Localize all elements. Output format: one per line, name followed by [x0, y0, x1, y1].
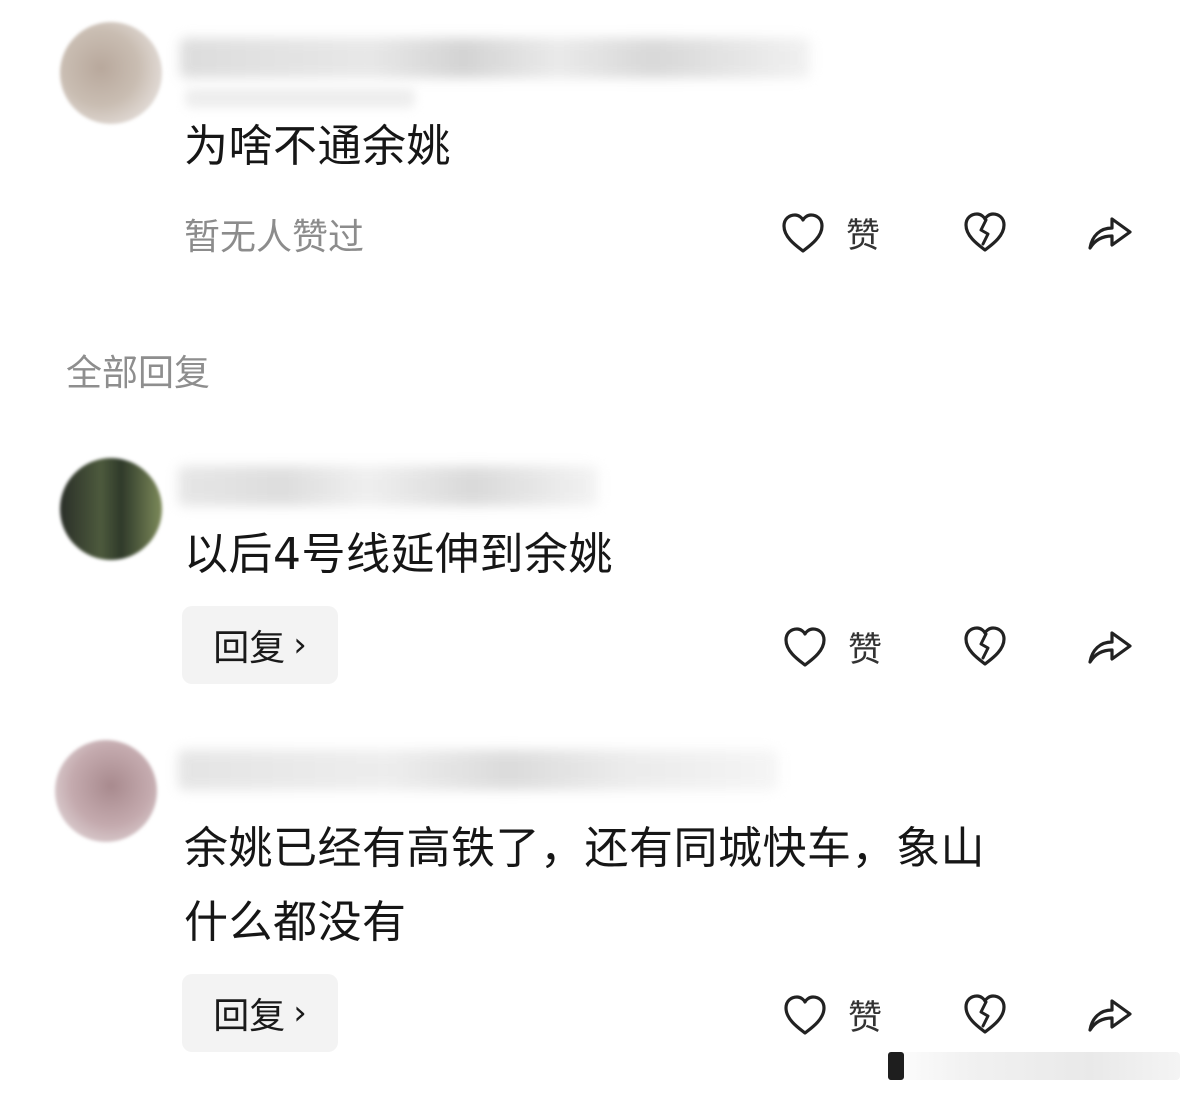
like-button[interactable]: 赞 — [782, 990, 882, 1039]
dislike-button[interactable] — [962, 624, 1008, 672]
broken-heart-icon — [962, 994, 1008, 1040]
heart-outline-icon — [782, 625, 828, 669]
share-arrow-icon — [1086, 217, 1134, 258]
chevron-right-icon: › — [293, 625, 307, 665]
like-label: 赞 — [846, 216, 880, 256]
heart-outline-icon — [782, 993, 828, 1037]
username-meta-blurred — [185, 88, 415, 108]
comment-text: 为啥不通余姚 — [184, 121, 451, 172]
like-label: 赞 — [848, 630, 882, 670]
broken-heart-icon — [962, 626, 1008, 672]
reply-text: 以后4号线延伸到余姚 — [184, 529, 613, 580]
username-blurred[interactable] — [178, 466, 598, 506]
heart-outline-icon — [780, 211, 826, 255]
like-button[interactable]: 赞 — [782, 622, 882, 671]
share-arrow-icon — [1086, 999, 1134, 1040]
avatar[interactable] — [55, 740, 157, 842]
scrollbar-thumb[interactable] — [888, 1052, 904, 1080]
broken-heart-icon — [962, 212, 1008, 258]
reply-button-label: 回复 — [213, 996, 286, 1037]
dislike-button[interactable] — [962, 992, 1008, 1040]
username-blurred[interactable] — [178, 750, 778, 790]
chevron-right-icon: › — [293, 993, 307, 1033]
reply-button[interactable]: 回复 › — [182, 606, 338, 684]
dislike-button[interactable] — [962, 210, 1008, 258]
reply-text: 余姚已经有高铁了，还有同城快车，象山 什么都没有 — [184, 823, 985, 948]
share-button[interactable] — [1086, 210, 1134, 258]
reply-button-label: 回复 — [213, 628, 286, 669]
reply-button[interactable]: 回复 › — [182, 974, 338, 1052]
username-blurred[interactable] — [180, 38, 810, 78]
like-label: 赞 — [848, 998, 882, 1038]
share-button[interactable] — [1086, 992, 1134, 1040]
avatar[interactable] — [60, 458, 162, 560]
section-title-all-replies: 全部回复 — [66, 353, 211, 394]
share-button[interactable] — [1086, 624, 1134, 672]
avatar[interactable] — [60, 22, 162, 124]
like-status-text: 暂无人赞过 — [184, 217, 365, 258]
share-arrow-icon — [1086, 631, 1134, 672]
like-button[interactable]: 赞 — [780, 208, 880, 257]
scrollbar-track[interactable] — [880, 1052, 1180, 1080]
